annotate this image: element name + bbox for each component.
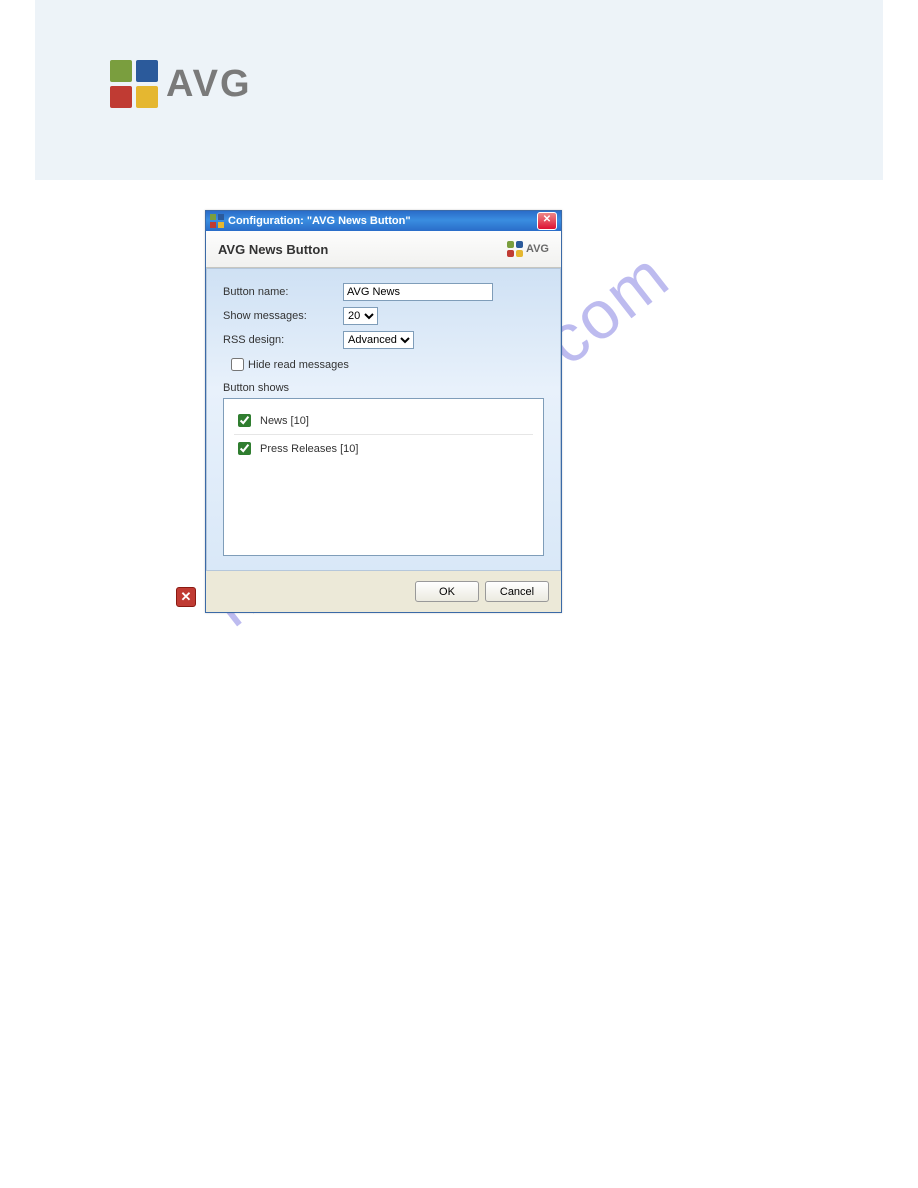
ok-button[interactable]: OK [415,581,479,602]
dialog-title: Configuration: "AVG News Button" [228,215,537,227]
feed-label: News [10] [260,415,309,427]
feeds-listbox: News [10] Press Releases [10] [223,398,544,556]
feed-label: Press Releases [10] [260,443,358,455]
avg-sublogo-icon [507,241,523,257]
feed-row[interactable]: Press Releases [10] [234,435,533,462]
dialog-subtitle: AVG News Button [218,242,328,257]
feed-checkbox[interactable] [238,442,251,455]
button-name-label: Button name: [223,286,343,298]
feed-row[interactable]: News [10] [234,407,533,435]
show-messages-select[interactable]: 20 [343,307,378,325]
avg-sublogo-text: AVG [526,243,549,255]
rss-design-label: RSS design: [223,334,343,346]
page-header: AVG [35,0,883,180]
avg-logo-icon [110,60,158,108]
avg-logo-text: AVG [166,63,252,106]
hide-read-label: Hide read messages [248,359,349,371]
error-icon: ✕ [176,587,196,607]
button-name-input[interactable] [343,283,493,301]
show-messages-label: Show messages: [223,310,343,322]
rss-design-select[interactable]: Advanced [343,331,414,349]
app-icon [210,214,224,228]
avg-sublogo: AVG [507,241,549,257]
button-shows-label: Button shows [223,382,544,394]
close-button[interactable]: ✕ [537,212,557,230]
avg-logo: AVG [110,60,252,108]
feed-checkbox[interactable] [238,414,251,427]
cancel-button[interactable]: Cancel [485,581,549,602]
dialog-titlebar[interactable]: Configuration: "AVG News Button" ✕ [206,211,561,231]
hide-read-checkbox[interactable] [231,358,244,371]
dialog-subheader: AVG News Button AVG [206,231,561,268]
dialog-footer: OK Cancel [206,571,561,612]
configuration-dialog: Configuration: "AVG News Button" ✕ AVG N… [205,210,562,613]
dialog-body: Button name: Show messages: 20 RSS desig… [206,268,561,571]
